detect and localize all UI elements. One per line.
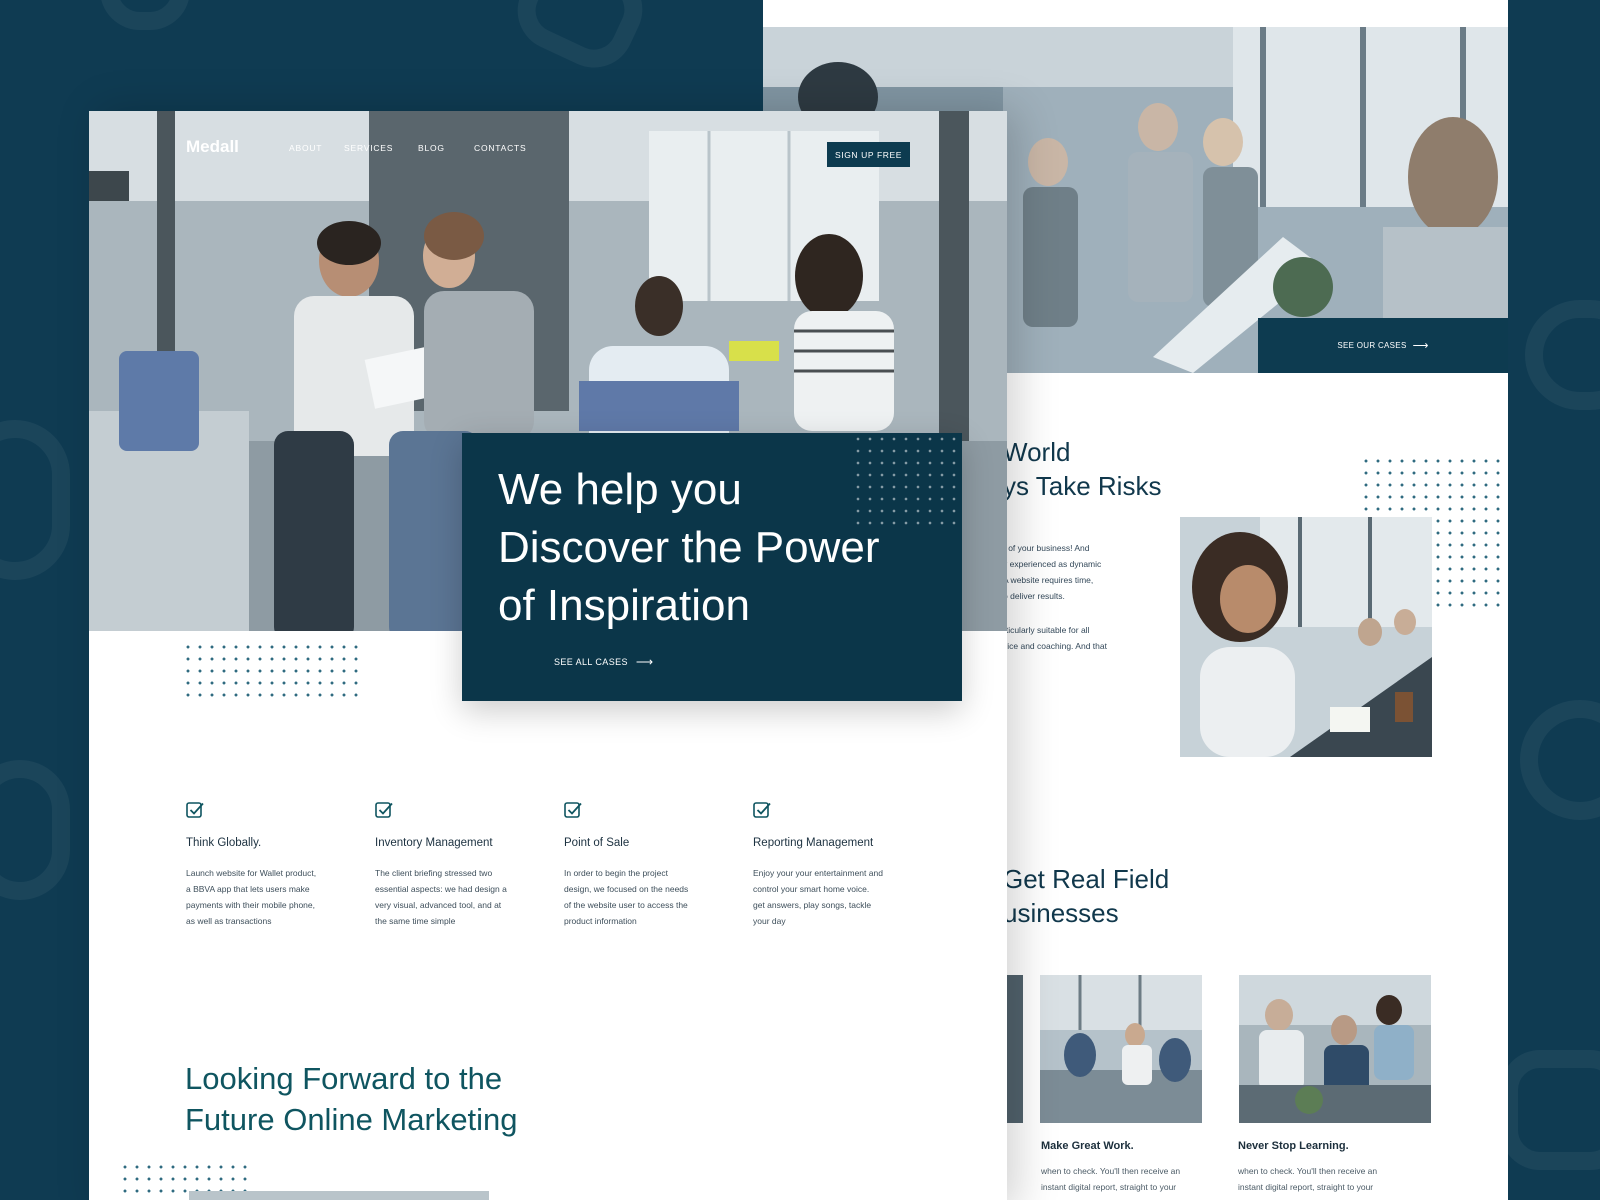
partial-photo <box>189 1191 489 1200</box>
feature-item: Think Globally. Launch website for Walle… <box>186 801 361 926</box>
checkbox-icon <box>753 802 771 818</box>
front-page-mockup: Medall ABOUT SERVICES BLOG CONTACTS SIGN… <box>89 111 1007 1200</box>
feature-item: Reporting Management Enjoy your your ent… <box>753 801 928 926</box>
hero-title-line: We help you <box>498 465 742 514</box>
checkbox-icon <box>375 802 393 818</box>
feature-text-line: The client briefing stressed two <box>375 868 493 878</box>
feature-text-line: of the website user to access the <box>564 900 688 910</box>
heading-line: usinesses <box>1003 898 1119 928</box>
nav-item-contacts[interactable]: CONTACTS <box>474 143 527 153</box>
feature-text-line: design, we focused on the needs <box>564 884 689 894</box>
feature-text-line: product information <box>564 916 637 926</box>
bg-decoration <box>504 0 656 81</box>
hero-title-line: Discover the Power <box>498 523 880 572</box>
body-paragraph: r of your business! And y experienced as… <box>1003 540 1101 604</box>
section-title-line: Looking Forward to the <box>185 1061 503 1096</box>
celebration-office-photo <box>1040 975 1202 1123</box>
paragraph-line: vice and coaching. And that <box>1003 641 1107 651</box>
feature-item: Point of Sale In order to begin the proj… <box>564 801 739 926</box>
card-text-line: instant digital report, straight to your <box>1238 1182 1374 1192</box>
section-heading: World ys Take Risks <box>1003 435 1161 503</box>
card-title: Make Great Work. <box>1041 1140 1134 1152</box>
bg-decoration <box>1500 1050 1600 1170</box>
card-text-line: instant digital report, straight to your <box>1041 1182 1177 1192</box>
bg-decoration <box>1525 300 1600 410</box>
feature-text-line: a BBVA app that lets users make <box>186 884 310 894</box>
feature-text: Launch website for Wallet product, a BBV… <box>186 865 346 929</box>
feature-text-line: as well as transactions <box>186 916 272 926</box>
nav-item-services[interactable]: SERVICES <box>344 143 393 153</box>
feature-text: In order to begin the project design, we… <box>564 865 724 929</box>
checkbox-icon <box>186 802 204 818</box>
feature-text-line: the same time simple <box>375 916 456 926</box>
section-title-line: Future Online Marketing <box>185 1102 518 1137</box>
feature-item: Inventory Management The client briefing… <box>375 801 550 926</box>
bg-decoration <box>1520 700 1600 820</box>
paragraph-line: rticularly suitable for all <box>1003 625 1090 635</box>
team-meeting-photo <box>1239 975 1431 1123</box>
bg-decoration <box>0 420 70 580</box>
section-heading: Get Real Field usinesses <box>1003 862 1169 930</box>
feature-text-line: In order to begin the project <box>564 868 668 878</box>
feature-text-line: get answers, play songs, tackle <box>753 900 872 910</box>
paragraph-line: r of your business! And <box>1003 543 1090 553</box>
feature-title: Think Globally. <box>186 837 262 849</box>
body-paragraph: rticularly suitable for all vice and coa… <box>1003 622 1107 654</box>
checkbox-icon <box>564 802 582 818</box>
feature-title: Reporting Management <box>753 837 874 849</box>
see-our-cases-button[interactable]: SEE OUR CASES ⟶ <box>1258 318 1508 373</box>
feature-text-line: essential aspects: we had design a <box>375 884 507 894</box>
feature-text-line: Enjoy your your entertainment and <box>753 868 883 878</box>
paragraph-line: y experienced as dynamic <box>1003 559 1102 569</box>
heading-line: Get Real Field <box>1003 864 1170 894</box>
hero-card: We help you Discover the Power of Inspir… <box>462 433 962 701</box>
sign-up-button[interactable]: SIGN UP FREE <box>827 142 910 167</box>
brand-logo[interactable]: Medall <box>186 137 239 157</box>
top-navigation: Medall ABOUT SERVICES BLOG CONTACTS SIGN… <box>89 111 1007 191</box>
card-title: Never Stop Learning. <box>1238 1140 1349 1152</box>
feature-text: The client briefing stressed two essenti… <box>375 865 535 929</box>
feature-title: Inventory Management <box>375 837 493 849</box>
heading-line: ys Take Risks <box>1003 471 1162 501</box>
feature-text: Enjoy your your entertainment and contro… <box>753 865 913 929</box>
dot-pattern <box>182 641 362 701</box>
arrow-right-icon: ⟶ <box>635 655 654 669</box>
smiling-woman-photo <box>1180 517 1432 757</box>
card-text-line: when to check. You'll then receive an <box>1238 1166 1378 1176</box>
heading-line: World <box>1003 437 1071 467</box>
arrow-right-icon: ⟶ <box>1412 340 1429 352</box>
bg-decoration <box>100 0 190 30</box>
paragraph-line: A website requires time, <box>1003 575 1094 585</box>
feature-title: Point of Sale <box>564 837 630 849</box>
bg-decoration <box>0 760 70 900</box>
hero-title-line: of Inspiration <box>498 581 750 630</box>
nav-item-blog[interactable]: BLOG <box>418 143 445 153</box>
feature-text-line: Launch website for Wallet product, <box>186 868 317 878</box>
feature-text-line: payments with their mobile phone, <box>186 900 315 910</box>
feature-text-line: very visual, advanced tool, and at <box>375 900 502 910</box>
card-text: when to check. You'll then receive an in… <box>1238 1163 1408 1195</box>
feature-text-line: control your smart home voice. <box>753 884 870 894</box>
see-our-cases-label: SEE OUR CASES <box>1337 341 1407 350</box>
hero-title: We help you Discover the Power of Inspir… <box>498 461 958 635</box>
section-title: Looking Forward to the Future Online Mar… <box>185 1058 518 1140</box>
see-all-cases-button[interactable]: SEE ALL CASES ⟶ <box>554 655 654 669</box>
card-text-line: when to check. You'll then receive an <box>1041 1166 1181 1176</box>
see-all-cases-label: SEE ALL CASES <box>554 657 628 667</box>
feature-text-line: your day <box>753 916 786 926</box>
paragraph-line: o deliver results. <box>1003 591 1065 601</box>
nav-item-about[interactable]: ABOUT <box>289 143 322 153</box>
card-text: when to check. You'll then receive an in… <box>1041 1163 1211 1195</box>
